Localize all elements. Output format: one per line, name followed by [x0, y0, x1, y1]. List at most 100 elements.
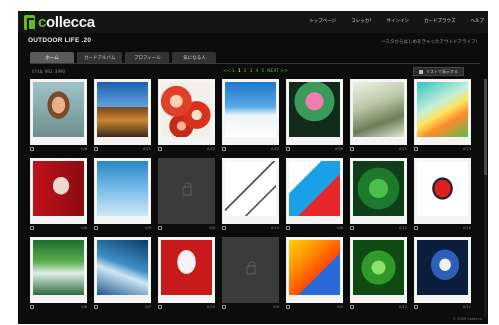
page-link[interactable]: 2 [244, 69, 247, 74]
page-link[interactable]: 4 [255, 69, 258, 74]
card-item[interactable]: 0/7 [94, 237, 151, 312]
card-item[interactable]: 0/12 [350, 158, 407, 233]
select-checkbox[interactable] [286, 305, 290, 309]
card-item[interactable]: 0/4 [158, 158, 215, 233]
card-item[interactable]: 0/11 [414, 237, 471, 312]
select-checkbox[interactable] [94, 226, 98, 230]
card-thumbnail[interactable] [286, 158, 343, 224]
card-thumbnail[interactable] [222, 79, 279, 145]
tab-favorites[interactable]: 気になる人 [172, 52, 217, 63]
card-thumbnail[interactable] [414, 237, 471, 303]
select-checkbox[interactable] [222, 147, 226, 151]
card-item[interactable]: 0/9 [94, 158, 151, 233]
card-item[interactable]: 0/8 [286, 158, 343, 233]
card-meta: 0/7 [94, 305, 151, 311]
select-checkbox[interactable] [222, 305, 226, 309]
card-thumbnail[interactable] [94, 237, 151, 303]
card-item[interactable]: 0/8 [30, 79, 87, 154]
scrollbar[interactable] [484, 79, 487, 317]
card-item[interactable]: 0/5 [286, 237, 343, 312]
card-image [33, 161, 84, 216]
card-item[interactable]: 0/16 [414, 158, 471, 233]
card-item[interactable]: 0/11 [350, 79, 407, 154]
select-checkbox[interactable] [30, 305, 34, 309]
select-checkbox[interactable] [158, 305, 162, 309]
nav-link-help[interactable]: ヘルプ [471, 18, 485, 24]
card-item[interactable]: 0/8 [30, 237, 87, 312]
card-thumbnail[interactable] [158, 237, 215, 303]
nav-link-top[interactable]: トップページ [309, 18, 336, 24]
card-image [289, 240, 340, 295]
card-meta: 0/8 [30, 147, 87, 153]
select-checkbox[interactable] [350, 226, 354, 230]
card-item[interactable]: 0/4 [222, 237, 279, 312]
select-checkbox[interactable] [414, 147, 418, 151]
card-thumbnail[interactable] [350, 237, 407, 303]
select-checkbox[interactable] [30, 226, 34, 230]
page-link[interactable]: 3 [250, 69, 253, 74]
card-thumbnail[interactable] [30, 237, 87, 303]
card-item[interactable]: 0/8 [30, 158, 87, 233]
select-checkbox[interactable] [94, 305, 98, 309]
next-page-link[interactable]: NEXT >> [267, 69, 288, 74]
prev-page-link[interactable]: << 1 [223, 69, 235, 74]
card-meta: 0/8 [30, 305, 87, 311]
card-image [353, 240, 404, 295]
card-item[interactable]: 0/12 [158, 79, 215, 154]
card-item[interactable]: 0/11 [94, 79, 151, 154]
card-thumbnail[interactable] [94, 79, 151, 145]
locked-card-thumbnail[interactable] [222, 237, 279, 303]
card-meta: 0/8 [286, 226, 343, 232]
select-checkbox[interactable] [286, 226, 290, 230]
nav-link-signin[interactable]: サインイン [387, 18, 410, 24]
card-meta: 0/11 [414, 305, 471, 311]
card-count: 0/5 [337, 305, 343, 309]
card-image [417, 240, 468, 295]
card-item[interactable]: 0/13 [414, 79, 471, 154]
card-meta: 0/9 [94, 226, 151, 232]
card-thumbnail[interactable] [158, 79, 215, 145]
select-checkbox[interactable] [350, 147, 354, 151]
logo[interactable]: collecca [24, 14, 95, 31]
list-view-label: リストで表示する [426, 68, 458, 74]
list-view-button[interactable]: リストで表示する [413, 67, 464, 76]
tab-home[interactable]: ホーム [30, 52, 74, 63]
card-thumbnail[interactable] [286, 79, 343, 145]
select-checkbox[interactable] [158, 147, 162, 151]
card-image [161, 240, 212, 295]
card-image [225, 161, 276, 216]
card-thumbnail[interactable] [222, 158, 279, 224]
card-item[interactable]: 0/38 [286, 79, 343, 154]
card-item[interactable]: 0/20 [158, 237, 215, 312]
select-checkbox[interactable] [286, 147, 290, 151]
card-thumbnail[interactable] [350, 79, 407, 145]
select-checkbox[interactable] [414, 305, 418, 309]
nav-link-browse[interactable]: カードブラウズ [424, 18, 456, 24]
card-thumbnail[interactable] [286, 237, 343, 303]
select-checkbox[interactable] [94, 147, 98, 151]
select-checkbox[interactable] [414, 226, 418, 230]
card-thumbnail[interactable] [350, 158, 407, 224]
select-checkbox[interactable] [158, 226, 162, 230]
card-item[interactable]: 0/14 [222, 158, 279, 233]
card-item[interactable]: 0/12 [350, 237, 407, 312]
card-thumbnail[interactable] [414, 158, 471, 224]
select-checkbox[interactable] [350, 305, 354, 309]
card-count: 0/4 [273, 305, 279, 309]
page-link[interactable]: 5 [261, 69, 264, 74]
nav-link-about[interactable]: コレッカ? [351, 18, 371, 24]
card-item[interactable]: 0/12 [222, 79, 279, 154]
logo-text: collecca [38, 14, 95, 31]
tab-card-album[interactable]: カードアルバム [77, 52, 123, 63]
page-link[interactable]: 1 [238, 69, 241, 74]
card-thumbnail[interactable] [414, 79, 471, 145]
locked-card-thumbnail[interactable] [158, 158, 215, 224]
select-checkbox[interactable] [30, 147, 34, 151]
card-thumbnail[interactable] [94, 158, 151, 224]
card-thumbnail[interactable] [30, 79, 87, 145]
title-row: OUTDOOR LIFE .20 ～スタからはしめをきゃったアウトドアライフ！ [18, 35, 488, 49]
select-checkbox[interactable] [222, 226, 226, 230]
card-thumbnail[interactable] [30, 158, 87, 224]
tab-profile[interactable]: プロフィール [125, 52, 170, 63]
scrollbar-thumb[interactable] [484, 79, 487, 175]
